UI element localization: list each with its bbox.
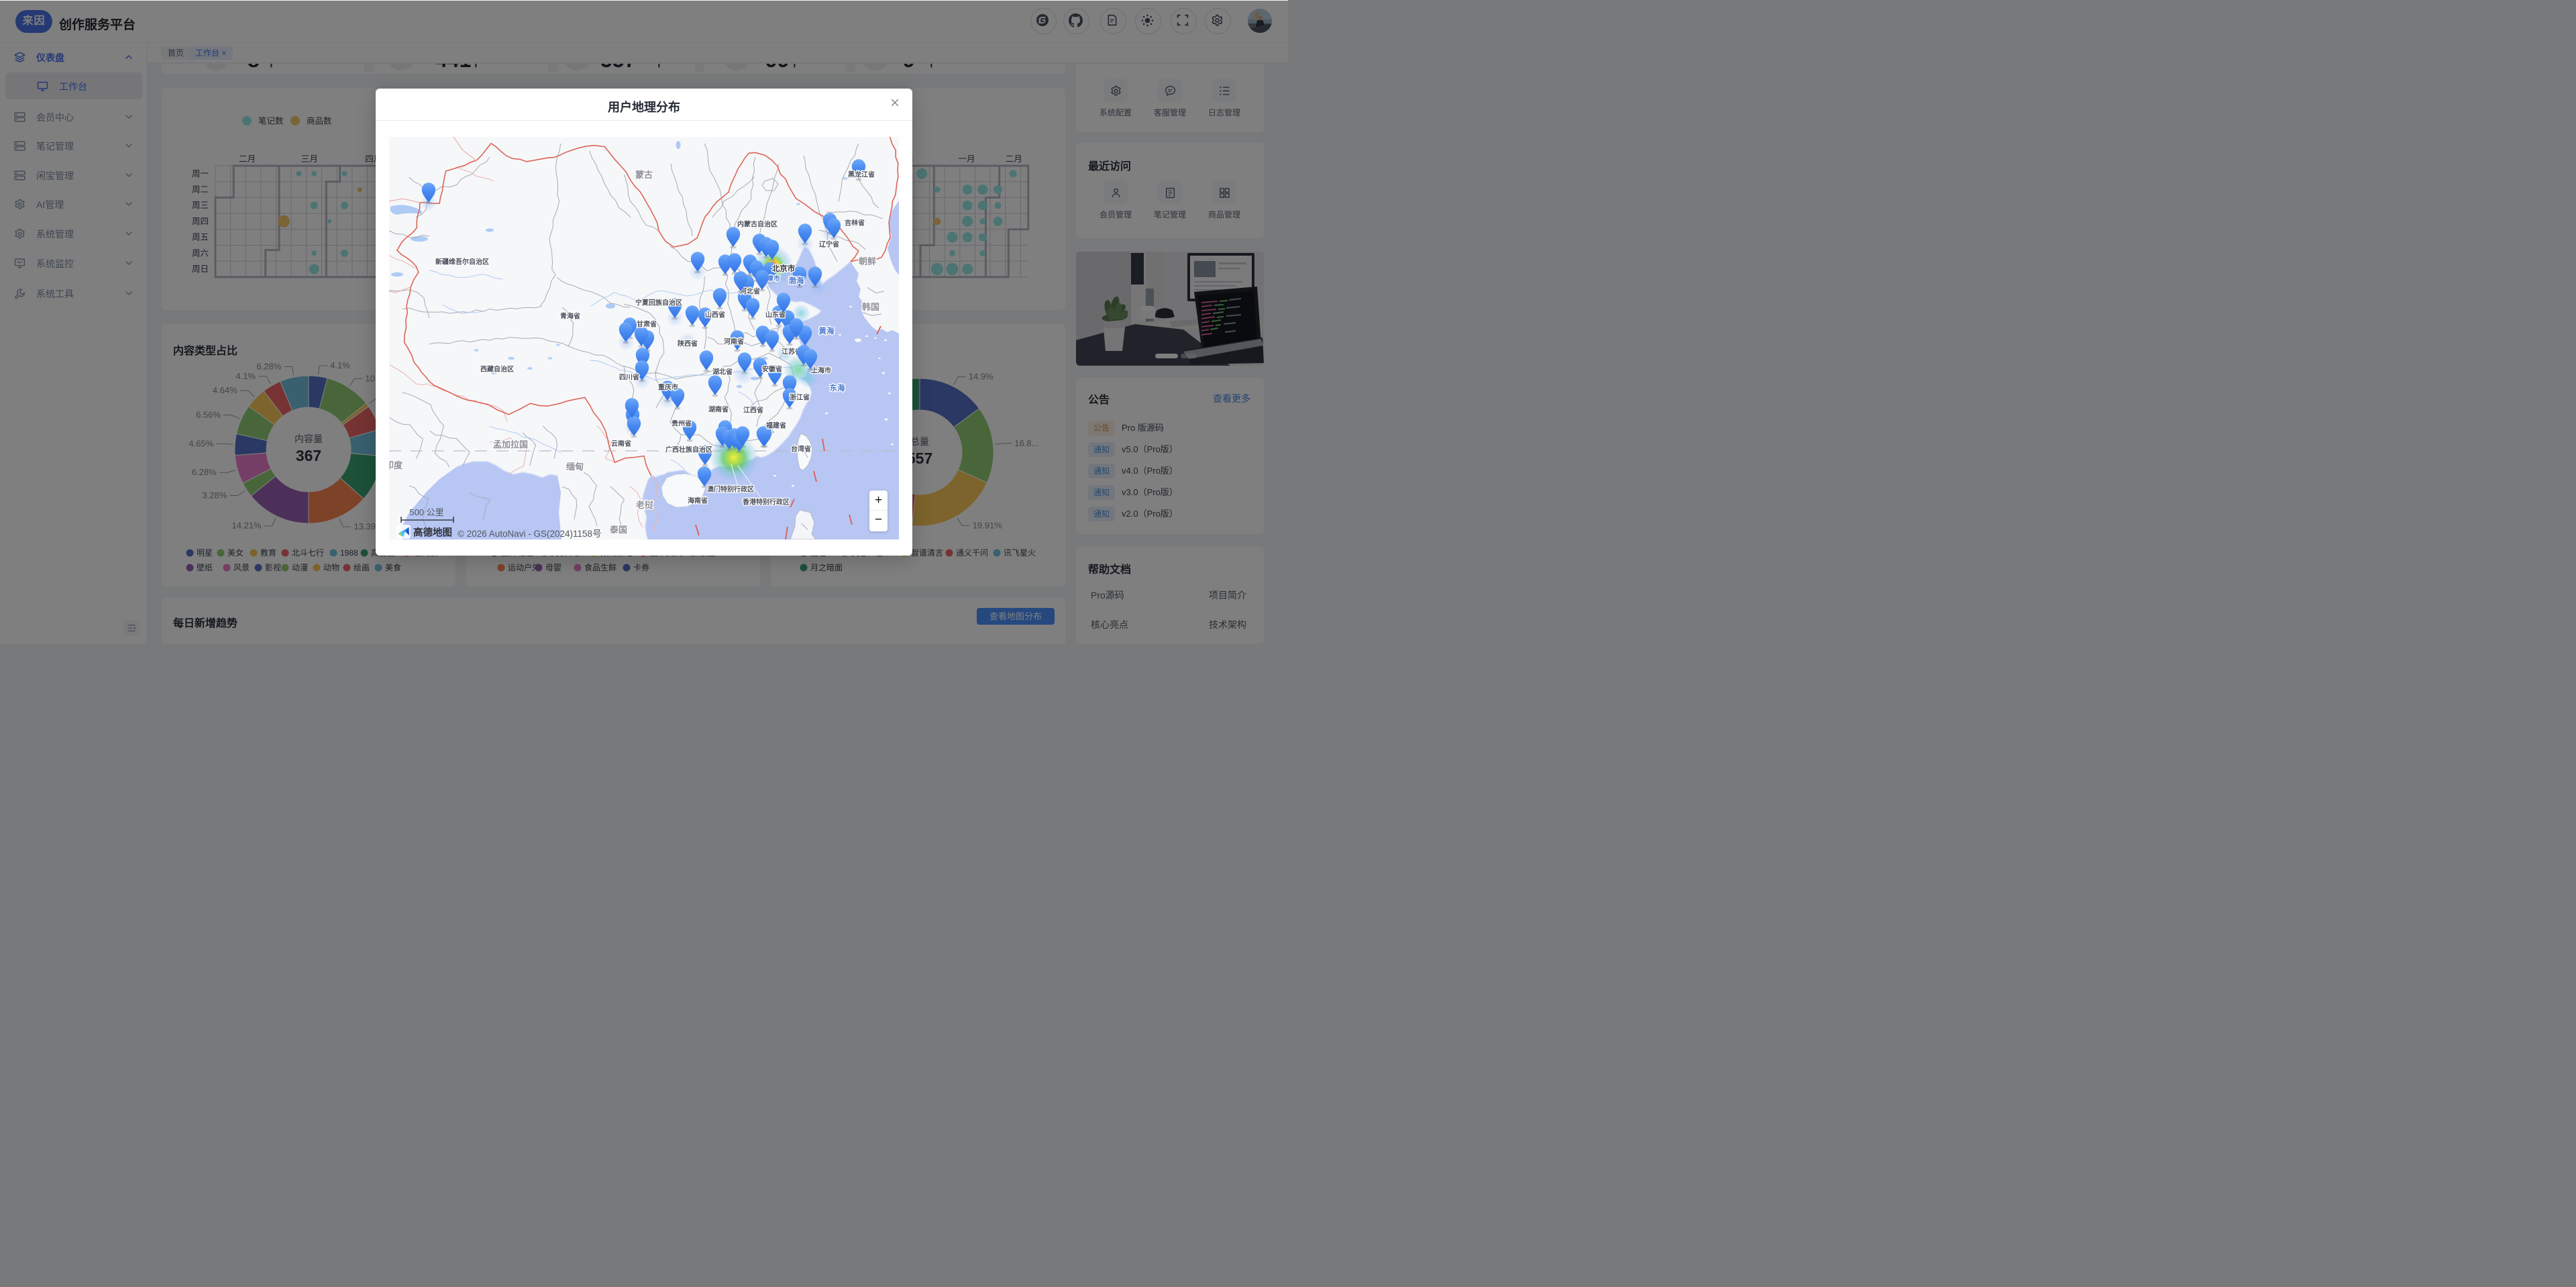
svg-text:泰国: 泰国 <box>609 525 627 535</box>
svg-text:重庆市: 重庆市 <box>658 382 678 391</box>
svg-text:缅甸: 缅甸 <box>566 462 584 472</box>
svg-text:渤海: 渤海 <box>789 276 804 285</box>
svg-text:河南省: 河南省 <box>724 337 744 346</box>
svg-text:印度: 印度 <box>389 460 403 470</box>
svg-text:安徽省: 安徽省 <box>762 364 782 373</box>
svg-text:高德地图: 高德地图 <box>413 526 452 538</box>
svg-text:湖南省: 湖南省 <box>708 405 729 413</box>
svg-text:朝鲜: 朝鲜 <box>859 256 876 266</box>
svg-text:江西省: 江西省 <box>743 405 763 414</box>
svg-text:山东省: 山东省 <box>765 310 786 319</box>
svg-text:山西省: 山西省 <box>705 310 725 319</box>
svg-text:黄海: 黄海 <box>819 326 835 336</box>
svg-text:台湾省: 台湾省 <box>791 444 811 453</box>
svg-text:陕西省: 陕西省 <box>678 339 698 348</box>
svg-text:500 公里: 500 公里 <box>409 507 443 517</box>
svg-text:辽宁省: 辽宁省 <box>819 240 839 248</box>
svg-text:海南省: 海南省 <box>688 496 708 505</box>
svg-text:甘肃省: 甘肃省 <box>637 319 657 328</box>
svg-text:蒙古: 蒙古 <box>635 170 653 180</box>
svg-text:© 2026 AutoNavi - GS(2024)1158: © 2026 AutoNavi - GS(2024)1158号 <box>458 529 602 539</box>
svg-text:黑龙江省: 黑龙江省 <box>848 170 875 178</box>
svg-text:孟加拉国: 孟加拉国 <box>493 440 528 450</box>
svg-text:宁夏回族自治区: 宁夏回族自治区 <box>635 298 682 307</box>
svg-text:广西壮族自治区: 广西壮族自治区 <box>665 445 712 454</box>
svg-text:云南省: 云南省 <box>611 439 631 448</box>
svg-text:香港特别行政区: 香港特别行政区 <box>743 497 790 506</box>
svg-text:老挝: 老挝 <box>635 500 654 510</box>
svg-text:四川省: 四川省 <box>619 372 639 381</box>
svg-text:东海: 东海 <box>830 383 845 393</box>
svg-text:青海省: 青海省 <box>560 311 580 320</box>
svg-text:浙江省: 浙江省 <box>790 393 810 401</box>
svg-text:韩国: 韩国 <box>862 302 879 312</box>
svg-text:湖北省: 湖北省 <box>712 367 733 376</box>
svg-text:吉林省: 吉林省 <box>845 218 865 227</box>
svg-text:上海市: 上海市 <box>811 366 831 374</box>
svg-text:内蒙古自治区: 内蒙古自治区 <box>737 219 777 228</box>
svg-text:西藏自治区: 西藏自治区 <box>480 364 514 373</box>
svg-text:福建省: 福建省 <box>765 421 786 429</box>
svg-text:贵州省: 贵州省 <box>672 419 692 427</box>
svg-text:北京市: 北京市 <box>772 264 796 273</box>
svg-text:澳门特别行政区: 澳门特别行政区 <box>707 484 754 493</box>
svg-text:新疆维吾尔自治区: 新疆维吾尔自治区 <box>435 257 489 266</box>
